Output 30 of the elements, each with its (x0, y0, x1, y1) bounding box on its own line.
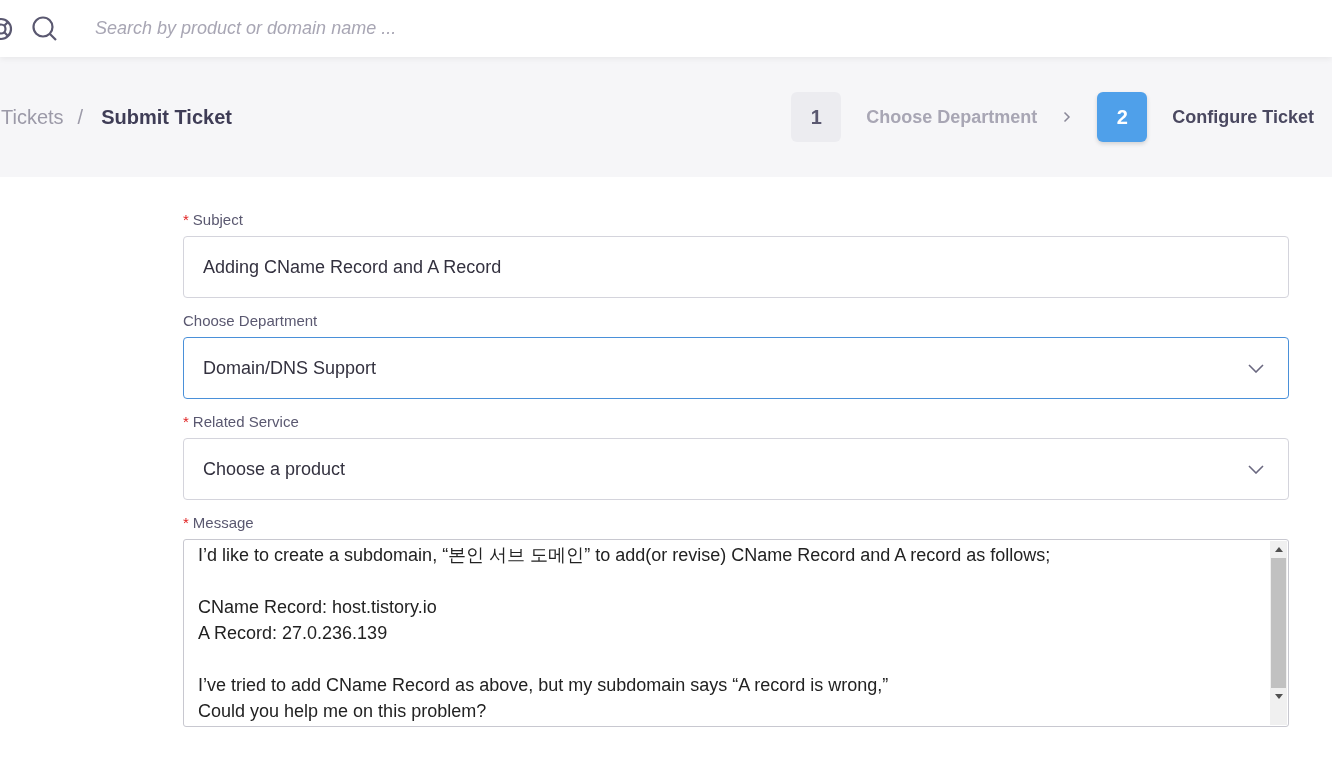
required-mark: * (183, 514, 189, 531)
field-value: Adding CName Record and A Record (203, 256, 502, 278)
search-icon[interactable] (31, 14, 59, 43)
chevron-right-icon (1063, 111, 1072, 123)
required-mark: * (183, 413, 189, 430)
field-value: Choose a product (203, 458, 346, 480)
step-number: 1 (791, 92, 842, 142)
step-number: 2 (1097, 92, 1148, 142)
step-label: Configure Ticket (1172, 106, 1314, 128)
chevron-down-icon (1248, 464, 1264, 474)
step-label: Choose Department (866, 106, 1038, 128)
required-mark: * (183, 211, 189, 228)
scroll-down-icon[interactable] (1274, 694, 1283, 699)
message-text: I’d like to create a subdomain, “본인 서브 도메인” to add(or revise) CName Record and A record as follows; CName Record: host.tistory.io A Record: 27.0.236.139 I’ve tried to add CName Record as above, but my subdomain says “A record is wrong,” Could you help me on this problem? (198, 544, 1052, 723)
field-label: Choose Department (183, 312, 318, 329)
message-field[interactable] (183, 539, 1289, 727)
dropdown-field[interactable]: Choose a product (183, 438, 1289, 500)
chevron-down-icon (1248, 363, 1264, 373)
current-page-title: Submit Ticket (101, 105, 232, 129)
scrollbar-thumb[interactable] (1271, 558, 1286, 688)
scroll-up-icon[interactable] (1274, 547, 1283, 552)
scrollbar[interactable] (1270, 541, 1287, 725)
search-field[interactable]: Search by product or domain name ... (93, 17, 697, 40)
breadcrumb-separator: / (77, 105, 84, 129)
field-label: Message (192, 514, 254, 531)
field-label: Related Service (192, 413, 299, 430)
subject-field[interactable]: Adding CName Record and A Record (183, 236, 1289, 298)
dropdown-field[interactable]: Domain/DNS Support (183, 337, 1289, 399)
field-label: Subject (192, 211, 243, 228)
field-value: Domain/DNS Support (203, 357, 377, 379)
